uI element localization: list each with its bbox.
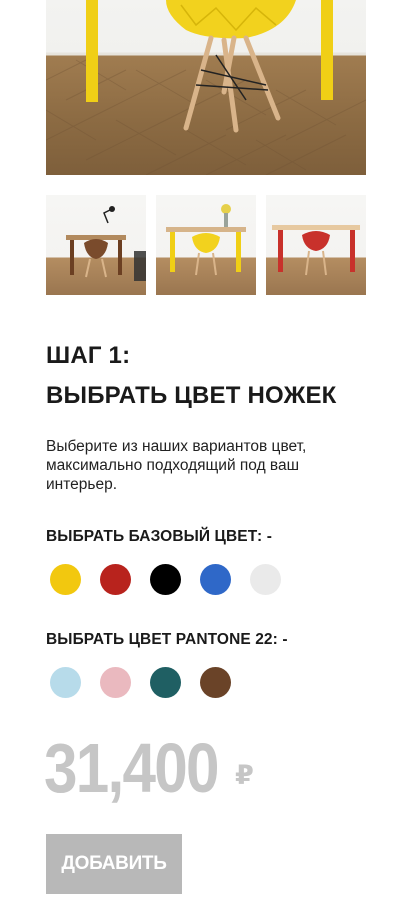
thumbnail-2[interactable] bbox=[156, 195, 256, 295]
pantone-color-swatch-brown[interactable] bbox=[200, 667, 231, 698]
thumbnail-1[interactable] bbox=[46, 195, 146, 295]
base-color-swatch-blue[interactable] bbox=[200, 564, 231, 595]
yellow-table-thumbnail-image bbox=[166, 204, 246, 276]
step-description: Выберите из наших вариантов цвет, максим… bbox=[46, 438, 307, 493]
pantone-color-swatch-light-blue[interactable] bbox=[50, 667, 81, 698]
thumbnail-3[interactable] bbox=[266, 195, 366, 295]
main-product-image bbox=[46, 0, 366, 175]
currency-symbol: ₽ bbox=[235, 760, 254, 790]
pantone-color-swatch-teal[interactable] bbox=[150, 667, 181, 698]
base-color-swatch-black[interactable] bbox=[150, 564, 181, 595]
step-heading: ВЫБРАТЬ ЦВЕТ НОЖЕК bbox=[46, 382, 337, 409]
table-scene-illustration bbox=[46, 0, 366, 175]
base-color-label: ВЫБРАТЬ БАЗОВЫЙ ЦВЕТ: - bbox=[46, 528, 272, 545]
base-color-swatch-yellow[interactable] bbox=[50, 564, 81, 595]
step-number: ШАГ 1: bbox=[46, 342, 131, 369]
step-title: ШАГ 1: ВЫБРАТЬ ЦВЕТ НОЖЕК bbox=[46, 336, 337, 416]
thumbnail-strip bbox=[46, 195, 366, 295]
base-color-swatch-red[interactable] bbox=[100, 564, 131, 595]
add-to-cart-button[interactable]: ДОБАВИТЬ bbox=[46, 834, 182, 894]
price-amount: 31,400 bbox=[44, 729, 220, 807]
walnut-table-thumbnail-image bbox=[66, 206, 146, 281]
base-color-swatch-light-grey[interactable] bbox=[250, 564, 281, 595]
pantone-color-swatch-light-pink[interactable] bbox=[100, 667, 131, 698]
pantone-color-label: ВЫБРАТЬ ЦВЕТ PANTONE 22: - bbox=[46, 631, 288, 648]
red-table-thumbnail-image bbox=[272, 225, 360, 276]
